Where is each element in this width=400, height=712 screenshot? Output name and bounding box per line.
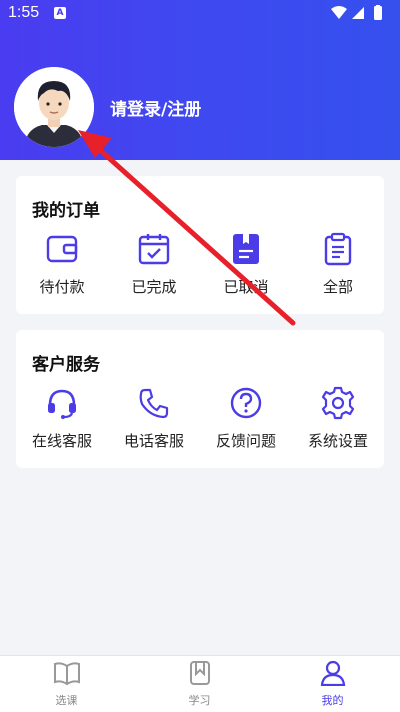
phone-icon [139,388,169,419]
service-system-settings-label: 系统设置 [307,432,368,450]
wifi-signal-battery-icon [331,5,382,20]
wallet-icon [46,235,78,263]
status-time: 1:55 [8,4,40,21]
headset-icon [48,389,76,419]
customer-service-title: 客户服务 [32,355,100,375]
calendar-check-icon [138,234,170,265]
service-phone-support-label: 电话客服 [123,432,184,450]
customer-service-card: 客户服务 在线客服 电话客服 反馈问题 系统设置 [16,330,384,468]
tab-study-label: 学习 [188,694,211,707]
tab-mine[interactable]: 我的 [266,660,399,708]
tab-study[interactable]: 学习 [133,660,266,708]
person-icon [320,660,345,687]
service-feedback-label: 反馈问题 [215,432,276,450]
avatar-image [14,67,94,147]
my-orders-title: 我的订单 [32,201,100,221]
order-pending-payment[interactable]: 待付款 [16,232,108,297]
order-all[interactable]: 全部 [292,232,384,297]
login-register-link[interactable]: 请登录/注册 [110,95,201,120]
my-orders-card: 我的订单 待付款 已完成 已取消 全部 [16,176,384,314]
status-icons [330,5,390,25]
tab-courses[interactable]: 选课 [0,660,133,708]
order-all-label: 全部 [322,278,353,296]
order-completed[interactable]: 已完成 [108,232,200,297]
bottom-tab-bar: 选课 学习 我的 [0,655,400,712]
avatar[interactable] [14,67,94,147]
question-icon [230,387,262,419]
service-phone-support[interactable]: 电话客服 [108,386,200,451]
order-cancelled-label: 已取消 [223,278,269,296]
order-cancelled[interactable]: 已取消 [200,232,292,297]
service-online-support[interactable]: 在线客服 [16,386,108,451]
study-icon [189,661,210,685]
service-feedback[interactable]: 反馈问题 [200,386,292,451]
notification-icon: A [54,7,66,19]
service-online-support-label: 在线客服 [31,432,92,450]
gear-icon [321,386,355,420]
order-completed-label: 已完成 [131,278,177,296]
tab-courses-label: 选课 [55,694,78,707]
bookmark-doc-icon [233,234,259,264]
status-bar: 1:55 A [0,0,400,28]
book-icon [53,662,80,686]
service-system-settings[interactable]: 系统设置 [292,386,384,451]
profile-header: 1:55 A 请登录/注册 [0,0,400,160]
clipboard-icon [324,232,352,266]
order-pending-payment-label: 待付款 [39,278,85,296]
tab-mine-label: 我的 [321,694,344,707]
